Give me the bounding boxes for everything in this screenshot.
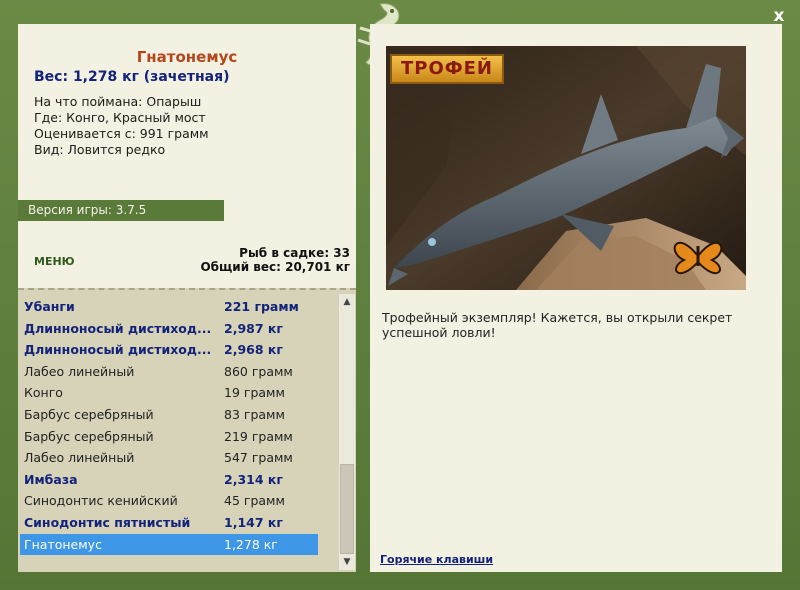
fish-weight: 1,147 кг	[224, 514, 283, 530]
scroll-down-icon[interactable]: ▼	[339, 554, 355, 570]
fish-weight: 221 грамм	[224, 299, 299, 314]
list-item[interactable]: Конго 19 грамм	[18, 382, 338, 404]
scroll-up-icon[interactable]: ▲	[339, 294, 355, 310]
kind-text: Вид: Ловится редко	[34, 142, 166, 157]
fish-weight: 547 грамм	[224, 450, 293, 466]
window-frame: x Гнатонемус Вес: 1,278 кг (зачетная) На…	[0, 0, 800, 590]
fish-weight: 219 грамм	[224, 428, 293, 444]
hotkeys-link[interactable]: Горячие клавиши	[380, 553, 493, 566]
fish-weight: 2,987 кг	[224, 320, 283, 336]
valued-from-text: Оценивается с: 991 грамм	[34, 126, 209, 141]
fish-name: Лабео линейный	[24, 363, 135, 379]
list-item[interactable]: Имбаза 2,314 кг	[18, 469, 338, 491]
fish-weight: 2,968 кг	[224, 342, 283, 358]
fish-name: Длинноносый дистиход...	[24, 342, 212, 358]
location-text: Где: Конго, Красный мост	[34, 110, 206, 125]
menu-button[interactable]: МЕНЮ	[34, 255, 75, 268]
list-item[interactable]: Гнатонемус 1,278 кг	[20, 533, 318, 556]
fish-weight: 1,278 кг	[224, 536, 278, 552]
fish-weight: 860 грамм	[224, 363, 293, 379]
cage-count: Рыб в садке: 33	[239, 246, 350, 260]
fish-photo: ТРОФЕЙ	[386, 46, 746, 290]
trophy-badge: ТРОФЕЙ	[390, 54, 504, 84]
list-item[interactable]: Длинноносый дистиход... 2,968 кг	[18, 339, 338, 361]
fish-weight: 19 грамм	[224, 385, 285, 401]
fish-title: Гнатонемус	[136, 48, 238, 66]
fish-name: Гнатонемус	[24, 536, 102, 552]
fish-name: Конго	[24, 385, 63, 401]
fish-weight: 83 грамм	[224, 406, 285, 422]
close-button[interactable]: x	[768, 6, 790, 26]
list-item[interactable]: Убанги 221 грамм	[18, 296, 338, 318]
fish-name: Длинноносый дистиход...	[24, 320, 212, 336]
list-scrollbar[interactable]: ▲ ▼	[339, 294, 355, 570]
list-item[interactable]: Барбус серебряный 219 грамм	[18, 426, 338, 448]
trophy-panel: ТРОФЕЙ Трофейный экземпляр! Кажется, вы …	[370, 24, 782, 572]
cage-stats: Рыб в садке: 33 Общий вес: 20,701 кг	[200, 246, 350, 274]
list-item[interactable]: Барбус серебряный 83 грамм	[18, 404, 338, 426]
fish-name: Барбус серебряный	[24, 406, 154, 422]
catch-list[interactable]: Убанги 221 грамм Длинноносый дистиход... 2,…	[18, 296, 338, 556]
scroll-thumb[interactable]	[340, 464, 354, 554]
fish-name: Барбус серебряный	[24, 428, 154, 444]
fish-weight: Вес: 1,278 кг (зачетная)	[34, 69, 230, 85]
fish-name: Синодонтис кенийский	[24, 493, 178, 509]
cage-total-weight: Общий вес: 20,701 кг	[200, 260, 350, 274]
fish-name: Синодонтис пятнистый	[24, 514, 191, 530]
trophy-message: Трофейный экземпляр! Кажется, вы открыли…	[382, 310, 733, 340]
catch-list-panel: Убанги 221 грамм Длинноносый дистиход... 2,…	[18, 288, 356, 572]
fish-weight: 2,314 кг	[224, 471, 283, 487]
fish-detail-panel: Гнатонемус Вес: 1,278 кг (зачетная) На ч…	[18, 24, 356, 288]
version-bar: Версия игры: 3.7.5	[18, 200, 224, 221]
fish-name: Имбаза	[24, 471, 78, 487]
list-item[interactable]: Длинноносый дистиход... 2,987 кг	[18, 318, 338, 340]
fish-name: Лабео линейный	[24, 450, 135, 466]
fish-name: Убанги	[24, 299, 75, 314]
list-item[interactable]: Лабео линейный 547 грамм	[18, 447, 338, 469]
list-item[interactable]: Синодонтис кенийский 45 грамм	[18, 490, 338, 512]
fish-weight: 45 грамм	[224, 493, 285, 509]
caught-with-text: На что поймана: Опарыш	[34, 94, 202, 109]
list-item[interactable]: Синодонтис пятнистый 1,147 кг	[18, 512, 338, 534]
list-item[interactable]: Лабео линейный 860 грамм	[18, 361, 338, 383]
